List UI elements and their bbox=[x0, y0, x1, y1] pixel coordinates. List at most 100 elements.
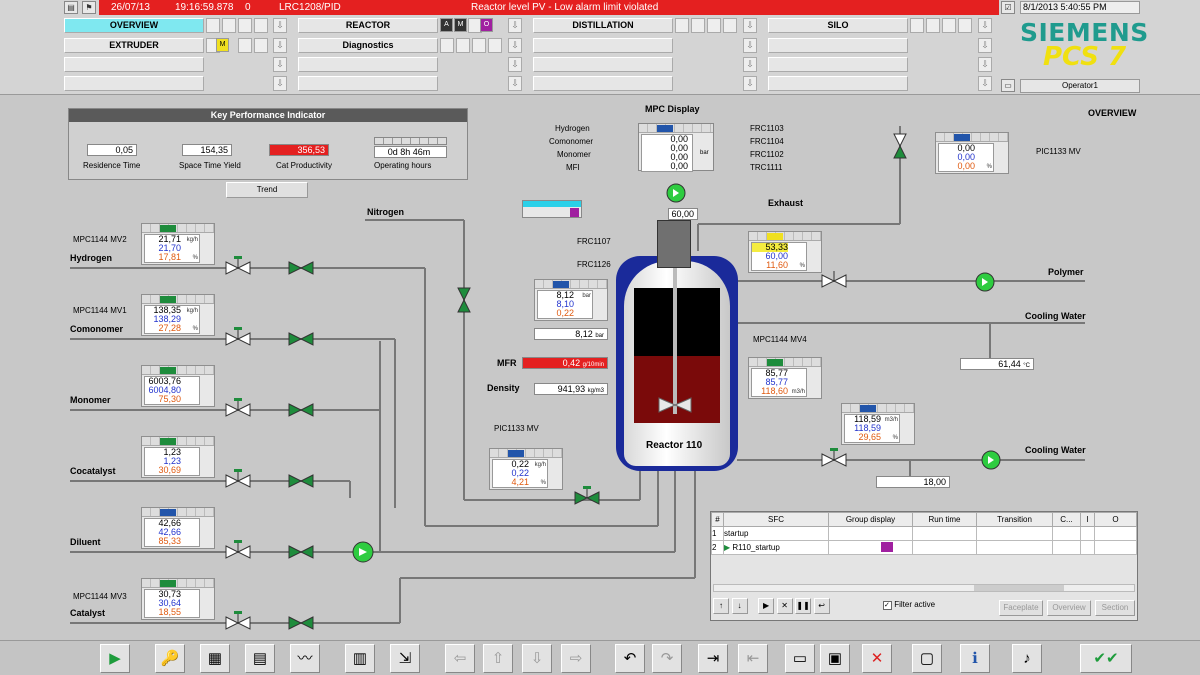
sfc-col-o[interactable]: O bbox=[1094, 512, 1137, 527]
area-empty-button[interactable] bbox=[64, 57, 204, 72]
thermometer-icon[interactable]: ▥ bbox=[345, 644, 375, 673]
sfc-col-group[interactable]: Group display bbox=[828, 512, 913, 527]
diluent-faceplate[interactable]: 42,66 42,66 85,33 bbox=[141, 507, 215, 549]
document-icon[interactable]: ▤ bbox=[245, 644, 275, 673]
keys-icon[interactable]: 🔑 bbox=[155, 644, 185, 673]
alarm-line[interactable]: 26/07/13 19:16:59.878 0 LRC1208/PID Reac… bbox=[99, 0, 999, 15]
cooling-water-valve-icon[interactable] bbox=[820, 448, 850, 472]
reactor-status-block[interactable] bbox=[522, 200, 582, 218]
area-diagnostics-button[interactable]: Diagnostics bbox=[298, 38, 438, 53]
mv4-faceplate[interactable]: 85,77 85,77 118,60 m3/h bbox=[748, 357, 822, 399]
area-down-arrow-icon[interactable]: ⇩ bbox=[743, 38, 757, 53]
cocatalyst-faceplate[interactable]: 1,23 1,23 30,69 bbox=[141, 436, 215, 478]
area-extruder-button[interactable]: EXTRUDER bbox=[64, 38, 204, 53]
control-valve-icon[interactable] bbox=[224, 256, 254, 280]
area-down-arrow-icon[interactable]: ⇩ bbox=[743, 57, 757, 72]
acknowledge-icon[interactable]: ✔✔ bbox=[1080, 644, 1132, 673]
area-down-arrow-icon[interactable]: ⇩ bbox=[978, 38, 992, 53]
overview-button[interactable]: Overview bbox=[1047, 600, 1091, 616]
sfc-col-c[interactable]: C... bbox=[1052, 512, 1081, 527]
control-valve-icon[interactable] bbox=[224, 469, 254, 493]
area-down-arrow-icon[interactable]: ⇩ bbox=[743, 18, 757, 33]
area-empty-button[interactable] bbox=[64, 76, 204, 91]
sfc-col-runtime[interactable]: Run time bbox=[912, 512, 977, 527]
arrow-left-icon[interactable]: ⇦ bbox=[445, 644, 475, 673]
area-down-arrow-icon[interactable]: ⇩ bbox=[273, 76, 287, 91]
sfc-col-sfc[interactable]: SFC bbox=[723, 512, 829, 527]
sfc-step-icon[interactable]: ↩ bbox=[813, 598, 830, 614]
area-reactor-button[interactable]: REACTOR bbox=[298, 18, 438, 33]
area-overview-button[interactable]: OVERVIEW bbox=[64, 18, 204, 33]
export-icon[interactable]: ⇲ bbox=[390, 644, 420, 673]
area-empty-button[interactable] bbox=[768, 38, 908, 53]
on-off-valve-icon[interactable] bbox=[287, 611, 317, 635]
area-down-arrow-icon[interactable]: ⇩ bbox=[273, 38, 287, 53]
area-empty-button[interactable] bbox=[533, 38, 673, 53]
delete-icon[interactable]: ✕ bbox=[862, 644, 892, 673]
info-icon[interactable]: ℹ bbox=[960, 644, 990, 673]
folder-icon[interactable]: ▦ bbox=[200, 644, 230, 673]
sfc-col-i[interactable]: I bbox=[1080, 512, 1095, 527]
arrow-right-icon[interactable]: ⇨ bbox=[561, 644, 591, 673]
sfc-col-transition[interactable]: Transition bbox=[976, 512, 1053, 527]
sfc-col-num[interactable]: # bbox=[711, 512, 724, 527]
arrow-down-icon[interactable]: ⇩ bbox=[522, 644, 552, 673]
on-off-valve-icon[interactable] bbox=[287, 398, 317, 422]
redo-icon[interactable]: ↷ bbox=[652, 644, 682, 673]
area-down-arrow-icon[interactable]: ⇩ bbox=[978, 57, 992, 72]
control-valve-icon[interactable] bbox=[224, 398, 254, 422]
play-icon[interactable]: ▶ bbox=[100, 644, 130, 673]
control-valve-icon[interactable] bbox=[224, 540, 254, 564]
area-down-arrow-icon[interactable]: ⇩ bbox=[508, 18, 522, 33]
on-off-valve-icon[interactable] bbox=[287, 540, 317, 564]
alarm-filter-icon[interactable]: ⚑ bbox=[82, 1, 96, 14]
nitrogen-control-valve-icon[interactable] bbox=[573, 486, 603, 510]
undo-icon[interactable]: ↶ bbox=[615, 644, 645, 673]
area-distillation-button[interactable]: DISTILLATION bbox=[533, 18, 673, 33]
area-empty-button[interactable] bbox=[533, 76, 673, 91]
monitor-icon[interactable]: ▢ bbox=[912, 644, 942, 673]
comonomer-faceplate[interactable]: 138,35 138,29 27,28 kg/h % bbox=[141, 294, 215, 336]
pic-top-faceplate[interactable]: 0,00 0,00 0,00 % bbox=[935, 132, 1009, 174]
operator-icon[interactable]: ▭ bbox=[1001, 79, 1015, 92]
area-empty-button[interactable] bbox=[768, 76, 908, 91]
area-empty-button[interactable] bbox=[298, 76, 438, 91]
sfc-up-icon[interactable]: ↑ bbox=[713, 598, 729, 614]
on-off-valve-icon[interactable] bbox=[287, 469, 317, 493]
audio-icon[interactable]: ♪ bbox=[1012, 644, 1042, 673]
monomer-faceplate[interactable]: 6003,76 6004,80 75,30 bbox=[141, 365, 215, 407]
area-down-arrow-icon[interactable]: ⇩ bbox=[978, 76, 992, 91]
nitrogen-valve-icon[interactable] bbox=[452, 286, 476, 316]
mpc-faceplate[interactable]: 0,00 0,00 0,00 0,00 bbox=[638, 123, 714, 172]
section-button[interactable]: Section bbox=[1095, 600, 1135, 616]
area-empty-button[interactable] bbox=[768, 57, 908, 72]
hydrogen-faceplate[interactable]: 21,71 21,70 17,81 kg/h % bbox=[141, 223, 215, 265]
cooling-water-faceplate[interactable]: 118,59 118,59 29,65 m3/h % bbox=[841, 403, 915, 445]
table-row[interactable]: 1 startup bbox=[711, 526, 1137, 541]
arrow-up-icon[interactable]: ⇧ bbox=[483, 644, 513, 673]
trend-icon[interactable]: 〰 bbox=[290, 644, 320, 673]
filter-checkbox[interactable]: ✓ bbox=[883, 601, 892, 610]
polymer-pump-icon[interactable] bbox=[974, 271, 996, 293]
catalyst-faceplate[interactable]: 30,73 30,64 18,55 bbox=[141, 578, 215, 620]
area-empty-button[interactable] bbox=[298, 57, 438, 72]
area-silo-button[interactable]: SILO bbox=[768, 18, 908, 33]
print-preview-icon[interactable]: ▭ bbox=[785, 644, 815, 673]
table-row[interactable]: 2 ▶ R110_startup bbox=[711, 540, 1137, 555]
area-down-arrow-icon[interactable]: ⇩ bbox=[273, 57, 287, 72]
sfc-abort-icon[interactable]: ✕ bbox=[776, 598, 793, 614]
sfc-down-icon[interactable]: ↓ bbox=[731, 598, 748, 614]
exhaust-valve-icon[interactable] bbox=[888, 132, 912, 162]
control-valve-icon[interactable] bbox=[224, 611, 254, 635]
cooling-water-pump-icon[interactable] bbox=[980, 449, 1002, 471]
on-off-valve-icon[interactable] bbox=[287, 256, 317, 280]
area-down-arrow-icon[interactable]: ⇩ bbox=[508, 57, 522, 72]
area-down-arrow-icon[interactable]: ⇩ bbox=[508, 76, 522, 91]
agitator-motor-icon[interactable] bbox=[665, 182, 687, 204]
polymer-faceplate[interactable]: 53,33 60,00 11,60 % bbox=[748, 231, 822, 273]
pump-icon[interactable] bbox=[350, 540, 376, 564]
pic-left-faceplate[interactable]: 0,22 0,22 4,21 kg/h % bbox=[489, 448, 563, 490]
control-valve-icon[interactable] bbox=[224, 327, 254, 351]
trend-button[interactable]: Trend bbox=[226, 182, 308, 198]
overview-link[interactable]: OVERVIEW bbox=[1088, 108, 1136, 118]
